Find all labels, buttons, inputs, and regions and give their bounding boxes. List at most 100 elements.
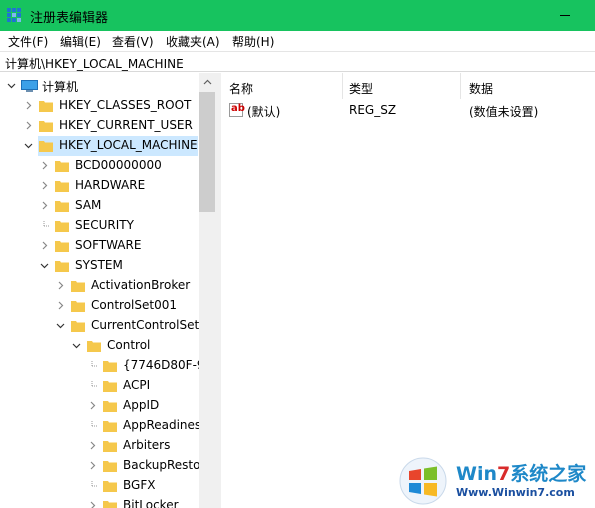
watermark-brand-w: W <box>456 463 477 485</box>
windows-logo-icon <box>398 457 448 505</box>
chevron-right-icon[interactable] <box>88 401 97 410</box>
column-header-label: 名称 <box>229 82 254 96</box>
tree-item-appid[interactable]: AppID <box>0 396 199 416</box>
tree-item-controlset001[interactable]: ControlSet001 <box>0 296 199 316</box>
chevron-down-icon[interactable] <box>40 261 49 270</box>
minimize-icon <box>560 15 570 16</box>
title-bar: 注册表编辑器 <box>0 0 595 31</box>
folder-icon <box>103 460 117 472</box>
tree-dotted-connector <box>88 421 97 430</box>
tree-dotted-connector <box>88 381 97 390</box>
tree-item-computer[interactable]: 计算机 <box>0 76 199 96</box>
folder-icon <box>87 340 101 352</box>
watermark-url: Www.Winwin7.com <box>456 486 575 499</box>
value-type: REG_SZ <box>349 103 397 117</box>
tree-item-acpi[interactable]: ACPI <box>0 376 199 396</box>
menu-edit[interactable]: 编辑(E) <box>60 33 101 50</box>
chevron-right-icon[interactable] <box>88 501 97 508</box>
tree-item-label: BitLocker <box>123 498 179 508</box>
tree-item-currentcontrolset[interactable]: CurrentControlSet <box>0 316 199 336</box>
value-row[interactable]: ab (默认) REG_SZ (数值未设置) <box>221 100 595 120</box>
tree-item-label: Arbiters <box>123 438 171 452</box>
tree-item-label: AppReadines <box>123 418 202 432</box>
tree-item-bitlocker[interactable]: BitLocker <box>0 496 199 508</box>
tree-item-label: ActivationBroker <box>91 278 191 292</box>
chevron-down-icon[interactable] <box>56 321 65 330</box>
menu-bar: 文件(F) 编辑(E) 查看(V) 收藏夹(A) 帮助(H) <box>0 31 595 51</box>
chevron-right-icon[interactable] <box>88 441 97 450</box>
address-bar[interactable]: 计算机\HKEY_LOCAL_MACHINE <box>0 51 595 72</box>
computer-icon <box>21 80 38 93</box>
tree-item-label: HARDWARE <box>75 178 146 192</box>
folder-icon <box>55 200 69 212</box>
tree-item-hkey-current-user[interactable]: HKEY_CURRENT_USER <box>0 116 199 136</box>
tree-item-control[interactable]: Control <box>0 336 199 356</box>
folder-icon <box>55 220 69 232</box>
tree-item-security[interactable]: SECURITY <box>0 216 199 236</box>
value-list: 名称 类型 数据 ab (默认) REG_SZ (数值未设置) <box>221 73 595 508</box>
folder-icon <box>39 120 53 132</box>
tree-item-activationbroker[interactable]: ActivationBroker <box>0 276 199 296</box>
tree-item-backuprestore[interactable]: BackupResto <box>0 456 201 476</box>
watermark-brand: Win7系统之家 <box>456 459 586 486</box>
chevron-right-icon[interactable] <box>40 201 49 210</box>
column-header-type[interactable]: 类型 <box>341 73 461 99</box>
chevron-right-icon[interactable] <box>40 241 49 250</box>
menu-file[interactable]: 文件(F) <box>8 33 48 50</box>
tree-item-arbiters[interactable]: Arbiters <box>0 436 199 456</box>
folder-icon <box>71 320 85 332</box>
tree-item-label: CurrentControlSet <box>91 318 200 332</box>
chevron-right-icon[interactable] <box>56 301 65 310</box>
tree-item-label: SOFTWARE <box>75 238 142 252</box>
folder-icon <box>103 380 117 392</box>
tree-item-sam[interactable]: SAM <box>0 196 199 216</box>
minimize-button[interactable] <box>550 0 580 31</box>
folder-icon <box>55 240 69 252</box>
folder-icon <box>55 180 69 192</box>
chevron-down-icon[interactable] <box>24 141 33 150</box>
menu-view[interactable]: 查看(V) <box>112 33 154 50</box>
chevron-right-icon[interactable] <box>88 461 97 470</box>
tree-item-appreadiness[interactable]: AppReadines <box>0 416 202 436</box>
tree-item-label: SECURITY <box>75 218 134 232</box>
chevron-right-icon[interactable] <box>24 101 33 110</box>
column-header-name[interactable]: 名称 <box>221 73 343 99</box>
tree-item-label: HKEY_CURRENT_USER <box>59 118 193 132</box>
chevron-right-icon[interactable] <box>40 181 49 190</box>
window-title: 注册表编辑器 <box>30 11 109 26</box>
menu-help[interactable]: 帮助(H) <box>232 33 274 50</box>
chevron-right-icon[interactable] <box>24 121 33 130</box>
tree-item-label: BackupResto <box>123 458 201 472</box>
scroll-up-button[interactable] <box>199 73 215 90</box>
tree-item-hardware[interactable]: HARDWARE <box>0 176 199 196</box>
tree-item-label: {7746D80F-97 <box>123 358 199 372</box>
tree-item-label: ACPI <box>123 378 151 392</box>
value-data: (数值未设置) <box>469 105 539 119</box>
tree-item-hkey-local-machine[interactable]: HKEY_LOCAL_MACHINE <box>0 136 199 156</box>
regedit-app-icon <box>6 7 22 23</box>
tree-item-system[interactable]: SYSTEM <box>0 256 199 276</box>
tree-dotted-connector <box>88 481 97 490</box>
tree-item-hkey-classes-root[interactable]: HKEY_CLASSES_ROOT <box>0 96 199 116</box>
key-tree: 计算机 HKEY_CLASSES_ROOT HKEY_CURRENT_USER … <box>0 73 215 508</box>
chevron-down-icon[interactable] <box>72 341 81 350</box>
folder-icon <box>103 440 117 452</box>
folder-icon <box>39 100 53 112</box>
watermark-brand-cn: 系统之家 <box>510 463 587 485</box>
folder-icon <box>71 300 85 312</box>
menu-favorites[interactable]: 收藏夹(A) <box>166 33 220 50</box>
tree-item-software[interactable]: SOFTWARE <box>0 236 199 256</box>
tree-item-bgfx[interactable]: BGFX <box>0 476 199 496</box>
tree-item-label: Control <box>107 338 151 352</box>
chevron-right-icon[interactable] <box>40 161 49 170</box>
tree-item-guid[interactable]: {7746D80F-97 <box>0 356 199 376</box>
address-path[interactable]: 计算机\HKEY_LOCAL_MACHINE <box>5 55 184 72</box>
chevron-down-icon[interactable] <box>7 81 16 90</box>
watermark-brand-in: in <box>476 463 498 485</box>
tree-scroll-thumb[interactable] <box>199 92 215 212</box>
folder-icon <box>55 160 69 172</box>
tree-item-bcd[interactable]: BCD00000000 <box>0 156 199 176</box>
chevron-right-icon[interactable] <box>56 281 65 290</box>
tree-item-label: SYSTEM <box>75 258 123 272</box>
column-header-data[interactable]: 数据 <box>461 73 595 99</box>
